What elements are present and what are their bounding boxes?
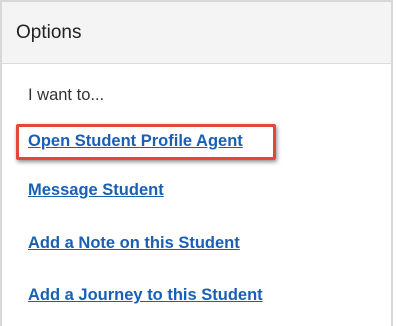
panel-header: Options — [2, 2, 391, 64]
open-student-profile-agent-link[interactable]: Open Student Profile Agent — [28, 132, 243, 151]
add-note-link[interactable]: Add a Note on this Student — [28, 234, 240, 253]
intro-text: I want to... — [28, 86, 105, 104]
panel-title: Options — [16, 21, 82, 43]
options-panel: Options I want to... Open Student Profil… — [0, 0, 393, 326]
add-journey-link[interactable]: Add a Journey to this Student — [28, 286, 263, 305]
message-student-link[interactable]: Message Student — [28, 181, 164, 200]
